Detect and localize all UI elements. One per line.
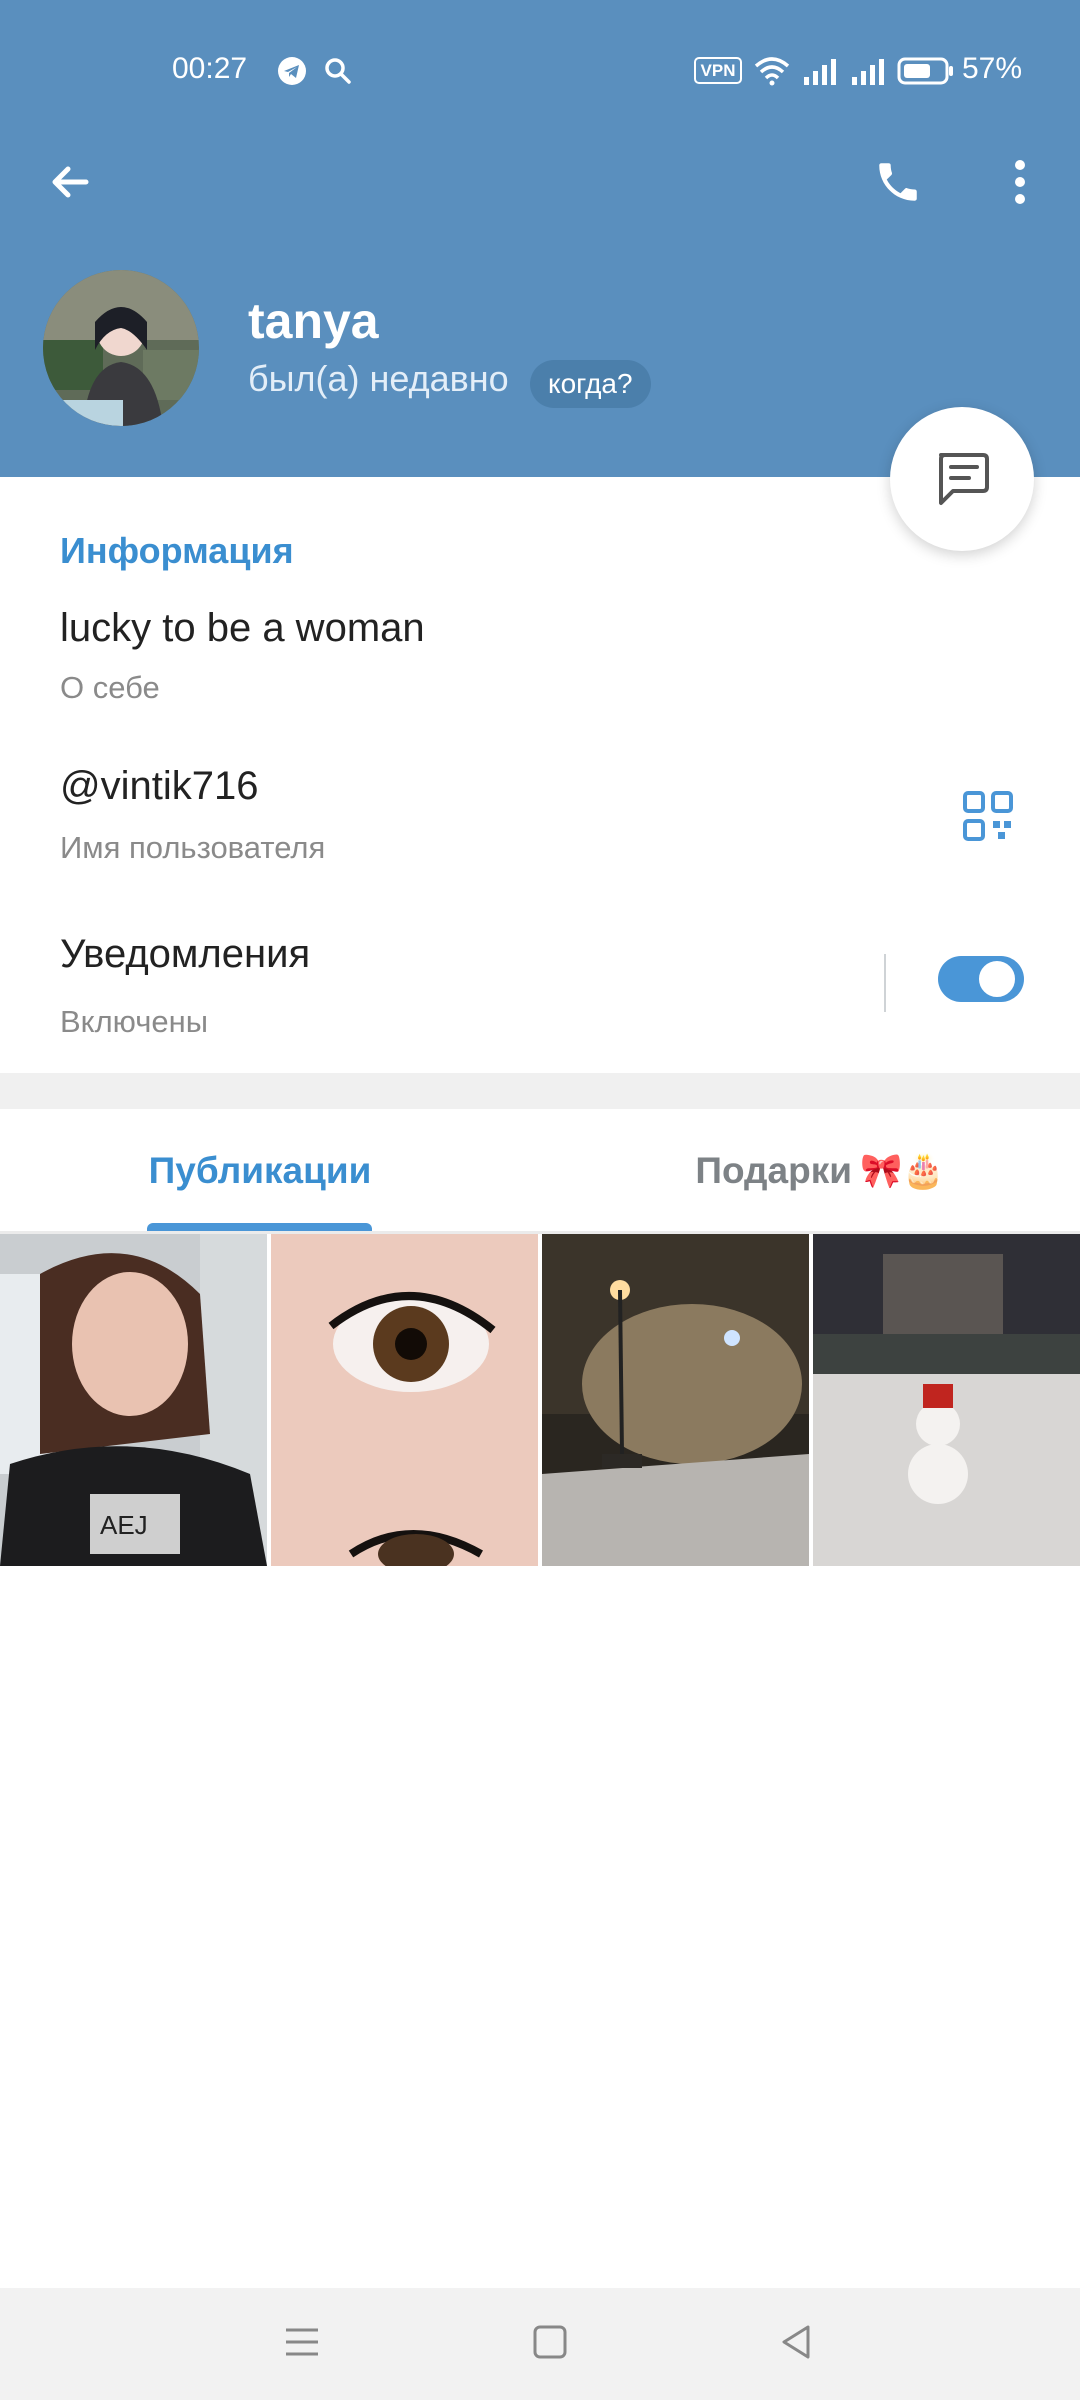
qr-code-icon[interactable] [962,790,1014,842]
last-seen-text: был(а) недавно [248,358,509,399]
bio-row[interactable]: lucky to be a woman О себе [0,598,1080,718]
signal-icon-1 [800,54,840,88]
back-triangle-icon[interactable] [776,2322,816,2362]
info-section-title: Информация [60,530,294,571]
more-vert-icon[interactable] [988,150,1052,214]
profile-name: tanya [248,293,379,349]
telegram-icon [276,55,308,87]
signal-icon-2 [848,54,888,88]
battery-icon [897,57,955,85]
notifications-state: Включены [60,1004,209,1039]
vpn-badge: VPN [694,57,742,84]
tab-gifts[interactable]: Подарки 🎀🎂 [560,1109,1080,1233]
status-time: 00:27 [172,52,248,85]
notifications-title: Уведомления [60,932,311,976]
gift-emojis: 🎀🎂 [859,1152,945,1190]
home-square-icon[interactable] [530,2322,570,2362]
photo-3[interactable] [542,1234,809,1566]
photo-4[interactable] [813,1234,1080,1566]
media-tabs: Публикации Подарки 🎀🎂 [0,1109,1080,1233]
photo-2[interactable] [271,1234,538,1566]
message-fab[interactable] [890,407,1034,551]
system-nav-bar [0,2288,1080,2400]
recents-menu-icon[interactable] [282,2322,322,2362]
section-gap [0,1073,1080,1109]
tab-posts[interactable]: Публикации [0,1109,520,1233]
bio-label: О себе [60,670,160,705]
message-icon [931,449,993,509]
tab-posts-label: Публикации [148,1150,372,1191]
svg-text:AEJ: AEJ [100,1510,148,1540]
username-label: Имя пользователя [60,830,326,865]
tab-gifts-label: Подарки [695,1150,852,1191]
username-row[interactable]: @vintik716 Имя пользователя [0,756,1080,876]
notifications-toggle[interactable] [938,956,1024,1002]
avatar[interactable] [43,270,199,426]
when-badge[interactable]: когда? [530,360,651,408]
profile-header: 00:27 VPN 57% tanya был(а) недавно когда… [0,0,1080,477]
notifications-row[interactable]: Уведомления Включены [0,924,1080,1064]
phone-icon[interactable] [866,150,930,214]
battery-percent: 57% [962,52,1023,85]
row-divider [884,954,886,1012]
wifi-icon [754,54,790,88]
search-status-icon [322,55,354,87]
back-arrow-icon[interactable] [38,150,102,214]
username-text: @vintik716 [60,764,259,808]
toggle-knob [974,956,1020,1002]
bio-text: lucky to be a woman [60,606,425,650]
photo-1[interactable]: AEJ [0,1234,267,1566]
